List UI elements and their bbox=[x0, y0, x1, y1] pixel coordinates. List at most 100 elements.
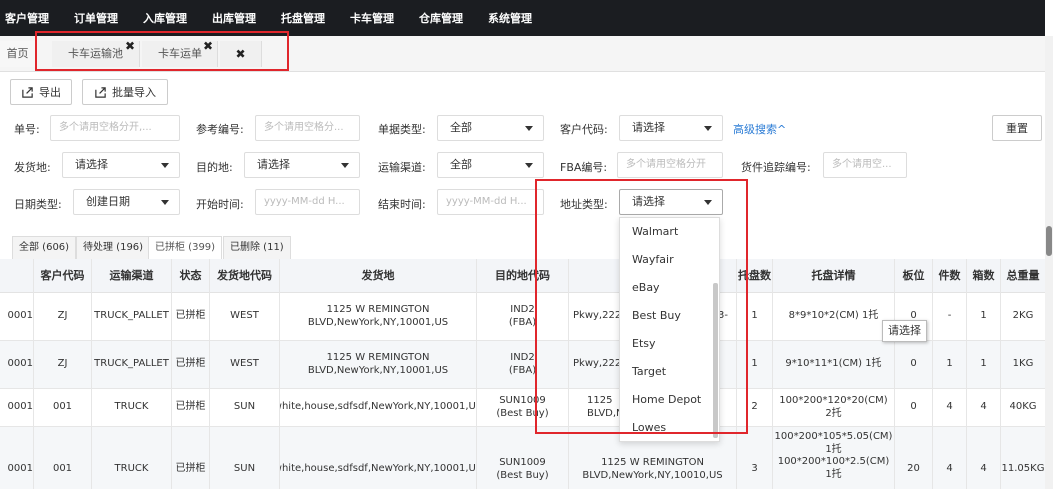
cell-pallet-detail: 9*10*11*1(CM) 1托 bbox=[773, 341, 895, 388]
cell-pieces: - bbox=[933, 293, 967, 340]
origin-label: 发货地: bbox=[14, 161, 51, 174]
doc-type-label: 单据类型: bbox=[378, 123, 426, 136]
option-walmart[interactable]: Walmart bbox=[620, 218, 719, 246]
channel-select[interactable]: 全部 bbox=[437, 152, 544, 178]
cell-origin-line1: 1125 W REMINGTON bbox=[326, 352, 430, 363]
advanced-search-link[interactable]: 高级搜索^ bbox=[733, 121, 786, 137]
table-row[interactable]: 0001 ZJ TRUCK_PALLET 已拼柜 WEST 1125 W REM… bbox=[0, 341, 1045, 389]
address-type-dropdown: Walmart Wayfair eBay Best Buy Etsy Targe… bbox=[619, 217, 720, 442]
status-tab-consolidated[interactable]: 已拼柜 (399) bbox=[148, 236, 223, 260]
col-header-boxes: 箱数 bbox=[967, 259, 1001, 293]
close-icon[interactable]: ✖ bbox=[125, 33, 135, 59]
table-row[interactable]: 0001 001 TRUCK 已拼柜 SUN white,house,sdfsd… bbox=[0, 427, 1045, 489]
start-time-input[interactable]: yyyy-MM-dd H... bbox=[255, 189, 360, 215]
cell-pallets: 1 bbox=[737, 341, 773, 388]
cell-pallet-detail: 8*9*10*2(CM) 1托 bbox=[773, 293, 895, 340]
cell-id: 0001 bbox=[0, 427, 34, 489]
nav-customer[interactable]: 客户管理 bbox=[0, 10, 49, 26]
page-scrollbar[interactable] bbox=[1045, 36, 1053, 489]
col-header-origin: 发货地 bbox=[280, 259, 477, 293]
tab-truck-pool[interactable]: 卡车运输池 ✖ bbox=[52, 39, 140, 67]
col-header-weight: 总重量 bbox=[1006, 269, 1040, 282]
nav-inbound[interactable]: 入库管理 bbox=[138, 10, 187, 26]
customer-code-value: 请选择 bbox=[632, 121, 665, 134]
option-etsy[interactable]: Etsy bbox=[620, 330, 719, 358]
status-tab-pending[interactable]: 待处理 (196) bbox=[76, 236, 151, 260]
cell-dest-code-line1: SUN1009 bbox=[499, 395, 546, 406]
table-header: 客户代码 运输渠道 状态 发货地代码 发货地 目的地代码 托盘数 托盘详情 板位… bbox=[0, 259, 1045, 293]
page-scrollbar-thumb[interactable] bbox=[1046, 226, 1052, 256]
destination-label: 目的地: bbox=[196, 161, 233, 174]
nav-outbound[interactable]: 出库管理 bbox=[207, 10, 256, 26]
origin-value: 请选择 bbox=[75, 158, 108, 171]
close-all-tabs-button[interactable]: ✖ bbox=[220, 41, 262, 67]
chevron-down-icon bbox=[341, 163, 349, 168]
batch-import-button[interactable]: 批量导入 bbox=[82, 79, 168, 105]
cell-pallets: 1 bbox=[737, 293, 773, 340]
cell-id: 0001 bbox=[0, 293, 34, 340]
reset-button[interactable]: 重置 bbox=[992, 115, 1042, 141]
col-header-pieces: 件数 bbox=[933, 259, 967, 293]
cell-id: 0001 bbox=[0, 341, 34, 388]
export-button[interactable]: 导出 bbox=[10, 79, 72, 105]
col-header-slots: 板位 bbox=[895, 259, 933, 293]
table-row[interactable]: 0001 001 TRUCK 已拼柜 SUN white,house,sdfsd… bbox=[0, 389, 1045, 427]
cell-dest-code-line1: SUN1009 bbox=[499, 457, 546, 468]
col-header-customer: 客户代码 bbox=[34, 259, 92, 293]
cell-origin-code: SUN bbox=[210, 427, 280, 489]
cell-dest-code-line2: (FBA) bbox=[508, 316, 537, 328]
fba-input[interactable]: 多个请用空格分开 bbox=[617, 152, 723, 178]
nav-warehouse[interactable]: 仓库管理 bbox=[414, 10, 463, 26]
top-nav: 客户管理 订单管理 入库管理 出库管理 托盘管理 卡车管理 仓库管理 系统管理 bbox=[0, 0, 1045, 36]
tab-home-label: 首页 bbox=[6, 47, 29, 60]
tab-truck-waybill-label: 卡车运单 bbox=[158, 47, 202, 60]
col-header-dest-code: 目的地代码 bbox=[477, 259, 569, 293]
option-best-buy[interactable]: Best Buy bbox=[620, 302, 719, 330]
end-time-label: 结束时间: bbox=[378, 198, 426, 211]
cell-dest-code-line1: IND2 bbox=[510, 352, 535, 363]
nav-orders[interactable]: 订单管理 bbox=[69, 10, 118, 26]
ref-no-input[interactable]: 多个请用空格分... bbox=[255, 115, 360, 141]
option-wayfair[interactable]: Wayfair bbox=[620, 246, 719, 274]
tab-home[interactable]: 首页 bbox=[0, 41, 36, 67]
doc-type-select[interactable]: 全部 bbox=[437, 115, 544, 141]
cell-dest-code-line2: (Best Buy) bbox=[496, 407, 549, 419]
nav-pallet[interactable]: 托盘管理 bbox=[276, 10, 325, 26]
option-lowes[interactable]: Lowes bbox=[620, 414, 719, 441]
close-icon[interactable]: ✖ bbox=[203, 33, 213, 59]
reset-label: 重置 bbox=[1006, 122, 1028, 135]
customer-code-select[interactable]: 请选择 bbox=[619, 115, 723, 141]
address-type-select[interactable]: 请选择 bbox=[619, 189, 723, 215]
tab-truck-waybill[interactable]: 卡车运单 ✖ bbox=[142, 39, 218, 67]
cell-origin: white,house,sdfsdf,NewYork,NY,10001,US bbox=[280, 427, 477, 489]
status-tab-all[interactable]: 全部 (606) bbox=[12, 236, 77, 260]
end-time-input[interactable]: yyyy-MM-dd H... bbox=[437, 189, 544, 215]
cell-dest-code: IND2 (FBA) bbox=[477, 341, 569, 388]
date-type-value: 创建日期 bbox=[86, 195, 130, 208]
nav-system[interactable]: 系统管理 bbox=[483, 10, 532, 26]
cell-pallet-detail: 100*200*120*20(CM) 2托 bbox=[773, 389, 895, 426]
channel-label: 运输渠道: bbox=[378, 161, 426, 174]
option-target[interactable]: Target bbox=[620, 358, 719, 386]
status-tab-deleted[interactable]: 已删除 (11) bbox=[223, 236, 291, 260]
tracking-input[interactable]: 多个请用空... bbox=[823, 152, 907, 178]
order-no-input[interactable]: 多个请用空格分开,... bbox=[50, 115, 180, 141]
nav-truck[interactable]: 卡车管理 bbox=[345, 10, 394, 26]
destination-select[interactable]: 请选择 bbox=[244, 152, 360, 178]
dropdown-scrollbar[interactable] bbox=[713, 283, 718, 438]
cell-dest-code: SUN1009 (Best Buy) bbox=[477, 427, 569, 489]
order-no-label: 单号: bbox=[14, 123, 40, 136]
chevron-down-icon bbox=[525, 126, 533, 131]
date-type-select[interactable]: 创建日期 bbox=[73, 189, 180, 215]
cell-boxes: 1 bbox=[967, 293, 1001, 340]
option-home-depot[interactable]: Home Depot bbox=[620, 386, 719, 414]
origin-select[interactable]: 请选择 bbox=[62, 152, 180, 178]
cell-pallet-detail-line2: 1托 bbox=[825, 443, 842, 455]
cell-weight: 11.05KG bbox=[1001, 463, 1045, 475]
cell-customer: ZJ bbox=[34, 293, 92, 340]
fba-label: FBA编号: bbox=[560, 161, 608, 174]
date-type-label: 日期类型: bbox=[14, 198, 62, 211]
cell-channel: TRUCK bbox=[92, 389, 172, 426]
option-ebay[interactable]: eBay bbox=[620, 274, 719, 302]
export-label: 导出 bbox=[39, 86, 61, 99]
